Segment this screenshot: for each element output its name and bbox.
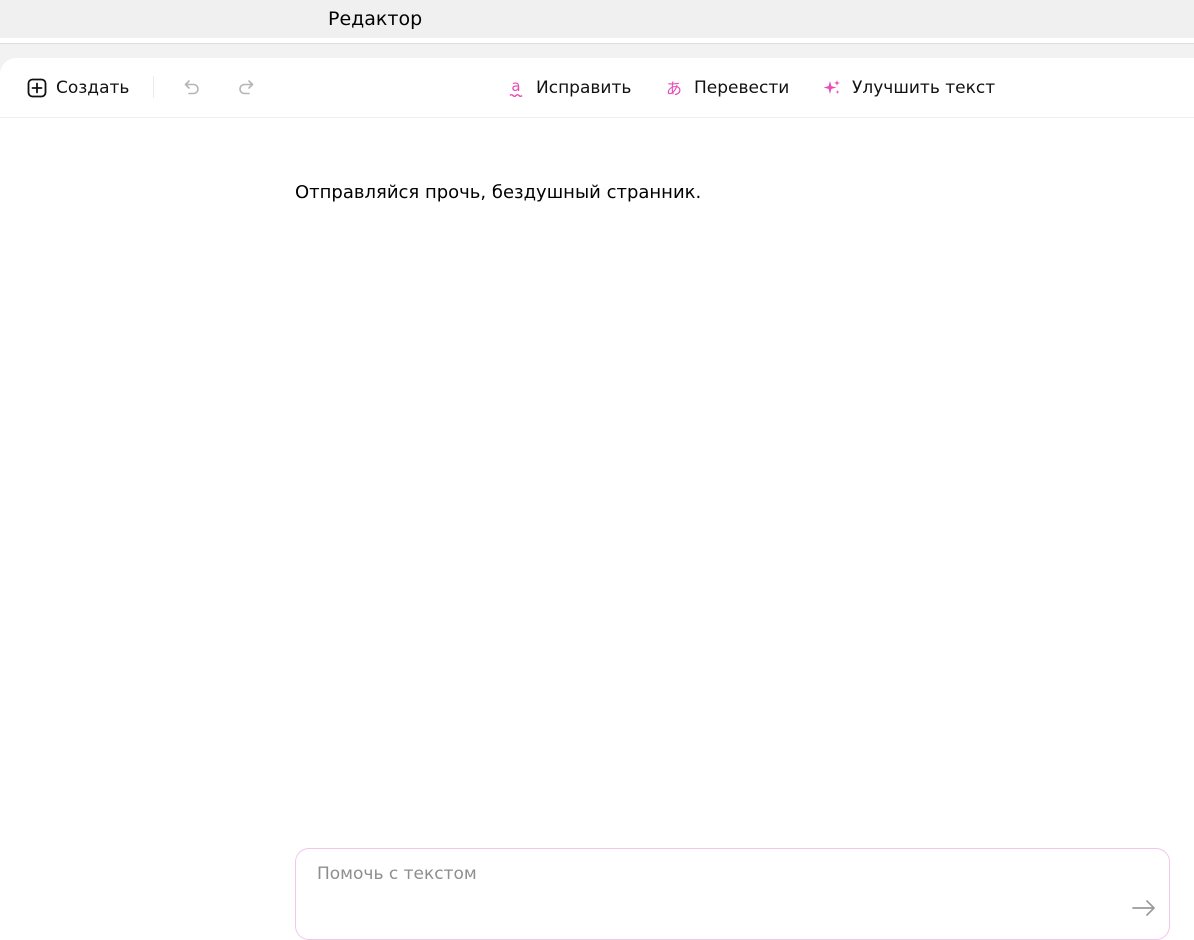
redo-button[interactable] <box>235 76 257 98</box>
text-helper-box <box>295 848 1170 940</box>
improve-text-button-label: Улучшить текст <box>852 78 996 98</box>
toolbar-divider <box>153 76 154 98</box>
create-button-label: Создать <box>56 78 130 98</box>
send-button[interactable] <box>1130 897 1158 919</box>
plus-square-icon <box>26 77 48 99</box>
arrow-right-icon <box>1130 900 1158 923</box>
window-title: Редактор <box>328 8 423 30</box>
translate-icon: あ <box>663 77 685 99</box>
editor-card: Создать a Исправить あ Перевести Улучшить… <box>0 58 1194 940</box>
improve-text-button[interactable]: Улучшить текст <box>821 75 995 101</box>
svg-text:あ: あ <box>666 79 682 98</box>
translate-button-label: Перевести <box>694 78 790 98</box>
redo-icon <box>235 76 257 98</box>
translate-button[interactable]: あ Перевести <box>663 75 789 101</box>
svg-text:a: a <box>511 77 520 95</box>
fix-button-label: Исправить <box>536 78 632 98</box>
document-text[interactable]: Отправляйся прочь, бездушный странник. <box>295 181 701 205</box>
sparkles-icon <box>821 77 843 99</box>
editor-toolbar: Создать a Исправить あ Перевести Улучшить… <box>0 58 1194 118</box>
undo-button[interactable] <box>181 76 203 98</box>
spellcheck-icon: a <box>505 77 527 99</box>
text-helper-input[interactable] <box>317 859 1097 889</box>
undo-icon <box>181 76 203 98</box>
window-titlebar: Редактор <box>0 0 1194 38</box>
create-button[interactable]: Создать <box>26 75 129 101</box>
fix-button[interactable]: a Исправить <box>505 75 631 101</box>
